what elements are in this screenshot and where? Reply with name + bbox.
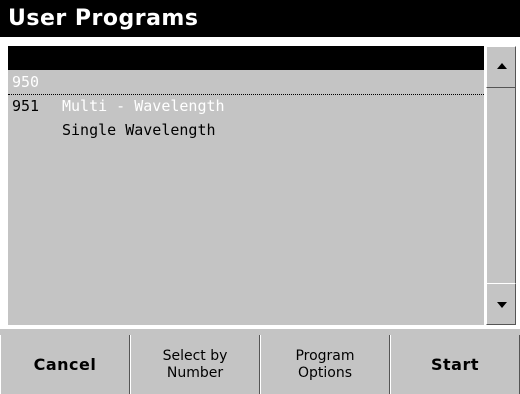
program-options-label-line1: Program: [295, 347, 355, 364]
cancel-button[interactable]: Cancel: [0, 335, 130, 394]
title-bar: User Programs: [0, 0, 520, 37]
scroll-down-button[interactable]: [486, 283, 516, 325]
triangle-down-icon: [497, 302, 507, 308]
select-by-number-button[interactable]: Select by Number: [130, 335, 260, 394]
select-by-number-label-line1: Select by: [162, 347, 228, 364]
cancel-label: Cancel: [33, 355, 97, 374]
scroll-track[interactable]: [486, 88, 516, 283]
scrollbar[interactable]: [486, 46, 516, 325]
program-options-label-line2: Options: [297, 364, 352, 381]
triangle-up-icon: [497, 63, 507, 69]
select-by-number-label-line2: Number: [166, 364, 224, 381]
list-item-950[interactable]: 950 Multi - Wavelength: [8, 46, 484, 115]
program-number: 951: [12, 97, 40, 115]
start-button[interactable]: Start: [390, 335, 520, 394]
start-label: Start: [430, 355, 479, 374]
list-item-951[interactable]: 951 Single Wavelength: [8, 70, 484, 139]
list-separator: [8, 94, 484, 95]
program-name: Multi - Wavelength: [62, 97, 225, 115]
program-options-button[interactable]: Program Options: [260, 335, 390, 394]
button-bar: Cancel Select by Number Program Options …: [0, 335, 520, 394]
program-name: Single Wavelength: [62, 121, 216, 139]
screen: 950 Multi - Wavelength 951 Single Wavele…: [0, 37, 520, 394]
scroll-up-button[interactable]: [486, 46, 516, 88]
program-list: 950 Multi - Wavelength 951 Single Wavele…: [8, 46, 484, 325]
page-title: User Programs: [8, 6, 199, 31]
